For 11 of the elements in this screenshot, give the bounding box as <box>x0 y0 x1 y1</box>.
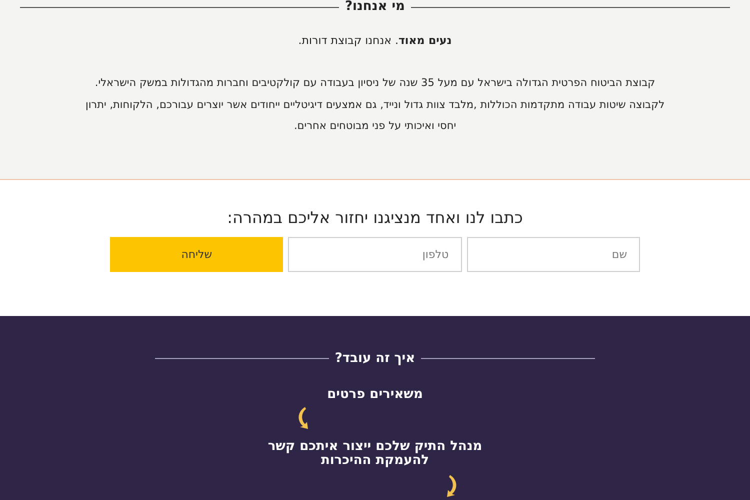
section-title: מי אנחנו? <box>345 0 405 14</box>
send-button[interactable]: שליחה <box>110 237 284 272</box>
step-text: מנהל התיק שלכם ייצור איתכם קשר להעמקת ההיכרות <box>266 440 484 468</box>
name-field[interactable]: שם <box>466 237 640 272</box>
section-title: איך זה עובד? <box>334 351 416 366</box>
curved-arrow-icon <box>296 406 309 430</box>
intro-text: נעים מאוד. אנחנו קבוצת דורות. <box>297 34 453 47</box>
step-text: משאירים פרטים <box>326 388 424 402</box>
about-paragraph: קבוצת הביטוח הפרטית הגדולה בישראל עם מעל 35 שנה של ניסיון בעבודה עם קולקטיבים וחברות מהגדולות במשק הישראלי. לקבוצה שיטות עבודה מתקדמות הכוללות ,מלבד צוות גדול ונייד, גם אמצעים דיגיטליים ייחודים אשר יוצרים עבורכם, הלקוחות, יתרון יחסי ואיכותי על פני מבוטחים אחרים. <box>84 76 666 134</box>
form-title: כתבו לנו ואחד מנציגנו יחזור אליכם במהרה: <box>226 208 524 227</box>
phone-field[interactable]: טלפון <box>288 237 462 272</box>
